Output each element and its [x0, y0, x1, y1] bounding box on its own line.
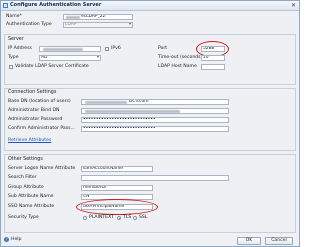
ldap-hostname-field[interactable] — [201, 64, 225, 70]
redacted-name-prefix — [66, 16, 80, 19]
group-attr-field[interactable]: memberOf — [81, 185, 153, 191]
validate-cert-label: Validate LDAP Server Certificate — [15, 64, 89, 69]
security-type-label: Security Type — [8, 215, 39, 220]
base-dn-value: DC=com — [129, 99, 149, 104]
admin-bind-dn-label: Administrator Bind DN — [8, 108, 60, 113]
admin-bind-dn-field[interactable] — [81, 108, 229, 114]
ldap-hostname-label: LDAP Host Name — [158, 64, 197, 69]
admin-password-label: Administrator Password — [8, 117, 63, 122]
close-icon[interactable]: ✕ — [291, 2, 296, 9]
ok-button[interactable]: OK — [237, 237, 261, 245]
ip-address-label: IP Address — [8, 46, 32, 51]
name-field[interactable]: ecLDAP_22 — [63, 14, 133, 20]
validate-cert-checkbox[interactable] — [9, 65, 13, 69]
name-label: Name* — [6, 14, 22, 19]
sso-attr-label: SSO Name Attribute — [8, 204, 55, 209]
sub-attr-label: Sub Attribute Name — [8, 194, 54, 199]
radio-ssl[interactable] — [133, 216, 137, 220]
port-label: Port — [158, 46, 168, 51]
confirm-password-label: Confirm Administrator Pass... — [8, 126, 75, 131]
group-attr-label: Group Attribute — [8, 185, 44, 190]
search-filter-label: Search Filter — [8, 175, 37, 180]
connection-group-title: Connection Settings — [8, 90, 57, 95]
redacted-ip — [43, 48, 83, 51]
redacted-base-dn — [85, 101, 127, 104]
search-filter-field[interactable] — [81, 175, 229, 181]
retrieve-attributes-link[interactable]: Retrieve Attributes — [8, 138, 51, 144]
cancel-button[interactable]: Cancel — [265, 237, 293, 245]
logon-attr-label: Server Logon Name Attribute — [8, 166, 76, 171]
admin-password-field[interactable]: •••••••••••••••••••••••••••• — [81, 117, 229, 123]
app-icon — [3, 3, 8, 8]
help-icon[interactable]: ? — [4, 237, 9, 242]
server-group-title: Server — [8, 37, 24, 42]
other-settings-title: Other Settings — [8, 157, 43, 162]
name-value: ecLDAP_22 — [81, 14, 106, 19]
window-title: Configure Authentication Server — [10, 2, 102, 8]
radio-tls[interactable] — [117, 216, 121, 220]
base-dn-field[interactable]: DC=com — [81, 99, 229, 105]
auth-type-select[interactable]: LDAP — [63, 22, 133, 28]
base-dn-label: Base DN (location of users) — [8, 99, 71, 104]
ipv6-label: IPv6 — [111, 46, 121, 51]
logon-attr-field[interactable]: samAccountName — [81, 166, 153, 172]
timeout-field[interactable]: 10 — [201, 55, 225, 61]
radio-plaintext[interactable] — [83, 216, 87, 220]
confirm-password-field[interactable]: •••••••••••••••••••••••••••• — [81, 126, 229, 132]
radio-ssl-label: SSL — [139, 215, 148, 220]
type-select[interactable]: AD — [39, 55, 101, 61]
ip-address-field[interactable] — [39, 46, 101, 52]
configure-auth-server-dialog: Configure Authentication Server ✕ Name* … — [0, 0, 300, 247]
radio-tls-label: TLS — [123, 215, 132, 220]
redacted-bind-dn — [85, 110, 180, 113]
type-label: Type — [8, 55, 19, 60]
auth-type-label: Authentication Type — [6, 22, 52, 27]
ipv6-checkbox[interactable] — [105, 47, 109, 51]
sso-highlight-circle — [76, 199, 158, 215]
timeout-label: Time-out (seconds) — [158, 55, 203, 60]
radio-plaintext-label: PLAINTEXT — [89, 215, 114, 220]
help-link[interactable]: Help — [11, 237, 21, 243]
title-bar: Configure Authentication Server ✕ — [1, 1, 299, 11]
